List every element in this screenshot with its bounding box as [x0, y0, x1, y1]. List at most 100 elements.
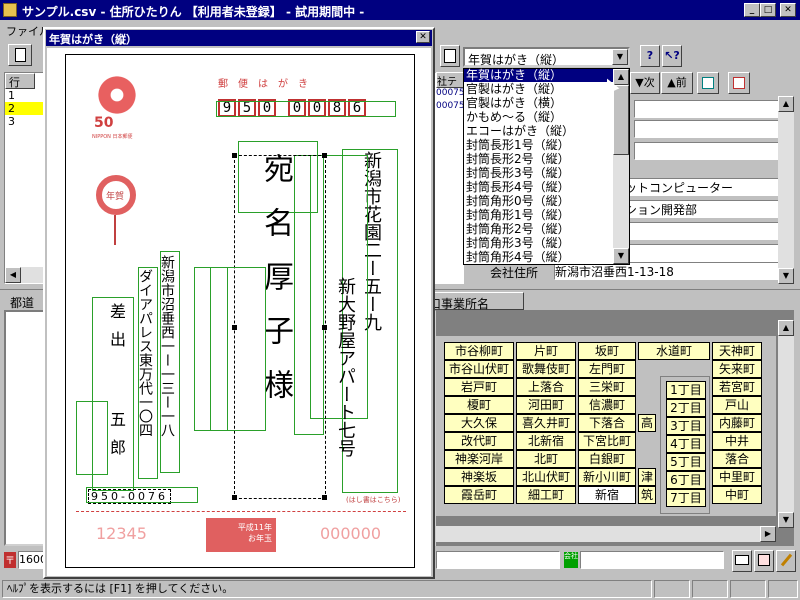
- dropdown-item[interactable]: 封筒角形0号（縦）: [464, 195, 629, 208]
- home-button[interactable]: [728, 72, 750, 94]
- selection-handle[interactable]: [322, 325, 327, 330]
- grid-cell[interactable]: 歌舞伎町: [516, 360, 576, 378]
- context-help-button[interactable]: ↖?: [662, 45, 682, 67]
- grid-cell[interactable]: 細工町: [516, 486, 576, 504]
- lower-left-tab[interactable]: 都道: [8, 292, 48, 310]
- grid-cell[interactable]: 水道町: [638, 342, 710, 360]
- grid-cell[interactable]: 矢来町: [712, 360, 762, 378]
- grid-cell[interactable]: 市谷山伏町: [444, 360, 514, 378]
- grid-cell[interactable]: 北町: [516, 450, 576, 468]
- company-input[interactable]: [580, 551, 724, 569]
- grid-cell[interactable]: 白銀町: [578, 450, 636, 468]
- grid-cell[interactable]: 三栄町: [578, 378, 636, 396]
- scroll-down-icon[interactable]: ▼: [613, 248, 629, 264]
- grid-cell[interactable]: 中町: [712, 486, 762, 504]
- grid-cell[interactable]: 下宮比町: [578, 432, 636, 450]
- dropdown-item[interactable]: 封筒角形4号（縦）: [464, 251, 629, 264]
- chome-item[interactable]: 4丁目: [666, 435, 706, 453]
- chome-item[interactable]: 3丁目: [666, 417, 706, 435]
- form-field[interactable]: ットコンピューター: [624, 178, 784, 196]
- close-button[interactable]: ✕: [780, 3, 796, 17]
- grid-cell[interactable]: 喜久井町: [516, 414, 576, 432]
- chome-item[interactable]: 2丁目: [666, 399, 706, 417]
- grid-cell[interactable]: 筑: [638, 486, 656, 504]
- grid-cell[interactable]: 霞岳町: [444, 486, 514, 504]
- dropdown-item[interactable]: かもめ〜る（縦）: [464, 111, 629, 124]
- template-select[interactable]: 年賀はがき（縦） ▼: [463, 47, 630, 67]
- dropdown-item[interactable]: 封筒角形3号（縦）: [464, 237, 629, 250]
- grid-cell[interactable]: 片町: [516, 342, 576, 360]
- address-book-button[interactable]: [697, 72, 719, 94]
- grid-cell[interactable]: 信濃町: [578, 396, 636, 414]
- grid-cell[interactable]: 大久保: [444, 414, 514, 432]
- grid-cell[interactable]: 若宮町: [712, 378, 762, 396]
- chome-item[interactable]: 5丁目: [666, 453, 706, 471]
- form-field[interactable]: [634, 120, 784, 138]
- dropdown-item[interactable]: 封筒長形4号（縦）: [464, 181, 629, 194]
- grid-cell[interactable]: 津: [638, 468, 656, 486]
- search-input[interactable]: [436, 551, 560, 569]
- form-field[interactable]: ション開発部: [624, 200, 784, 218]
- dropdown-item[interactable]: エコーはがき（縦）: [464, 125, 629, 138]
- grid-cell[interactable]: 榎町: [444, 396, 514, 414]
- form-field[interactable]: [634, 100, 784, 118]
- print-template-button[interactable]: [440, 45, 460, 67]
- grid-cell[interactable]: 神楽河岸: [444, 450, 514, 468]
- scroll-up-icon[interactable]: ▲: [778, 320, 794, 336]
- grid-cell[interactable]: 新宿: [578, 486, 636, 504]
- chome-item[interactable]: 7丁目: [666, 489, 706, 507]
- scroll-down-icon[interactable]: ▼: [778, 268, 794, 284]
- card-button[interactable]: [732, 550, 752, 572]
- maximize-button[interactable]: □: [760, 3, 776, 17]
- grid-cell[interactable]: 中里町: [712, 468, 762, 486]
- grid-horizontal-scrollbar[interactable]: ▶: [436, 526, 776, 542]
- help-button[interactable]: ?: [640, 45, 660, 67]
- dropdown-item[interactable]: 封筒長形1号（縦）: [464, 139, 629, 152]
- grid-cell[interactable]: 左門町: [578, 360, 636, 378]
- form-field[interactable]: [624, 222, 784, 240]
- selection-handle[interactable]: [322, 495, 327, 500]
- minimize-button[interactable]: _: [744, 3, 760, 17]
- grid-cell[interactable]: 岩戸町: [444, 378, 514, 396]
- dropdown-item[interactable]: 官製はがき（横）: [464, 97, 629, 110]
- grid-cell[interactable]: 中井: [712, 432, 762, 450]
- dropdown-scrollbar[interactable]: ▲ ▼: [613, 69, 629, 264]
- dropdown-item[interactable]: 封筒角形2号（縦）: [464, 223, 629, 236]
- grid-cell[interactable]: 天神町: [712, 342, 762, 360]
- grid-cell[interactable]: 上落合: [516, 378, 576, 396]
- grid-cell[interactable]: 下落合: [578, 414, 636, 432]
- prev-button[interactable]: ▲前: [661, 72, 693, 94]
- next-button[interactable]: ▼次: [630, 72, 660, 94]
- pen-button[interactable]: [776, 550, 796, 572]
- selection-handle[interactable]: [232, 495, 237, 500]
- grid-cell[interactable]: 神楽坂: [444, 468, 514, 486]
- form-scrollbar[interactable]: ▲ ▼: [778, 96, 794, 284]
- lower-right-tab[interactable]: 口事業所名: [424, 292, 524, 311]
- chevron-down-icon[interactable]: ▼: [612, 49, 628, 65]
- grid-cell[interactable]: 北山伏町: [516, 468, 576, 486]
- selection-handle[interactable]: [322, 153, 327, 158]
- grid-cell[interactable]: 新小川町: [578, 468, 636, 486]
- grid-cell[interactable]: 坂町: [578, 342, 636, 360]
- form-field[interactable]: [634, 142, 784, 160]
- scroll-up-icon[interactable]: ▲: [778, 96, 794, 112]
- grid-cell[interactable]: 北新宿: [516, 432, 576, 450]
- new-file-button[interactable]: [8, 44, 32, 66]
- grid-cell[interactable]: 市谷柳町: [444, 342, 514, 360]
- grid-cell[interactable]: 高: [638, 414, 656, 432]
- scroll-right-icon[interactable]: ▶: [760, 526, 776, 542]
- dropdown-item[interactable]: 封筒長形2号（縦）: [464, 153, 629, 166]
- template-dropdown-list[interactable]: 年賀はがき（縦） 官製はがき（縦） 官製はがき（横） かもめ〜る（縦） エコーは…: [463, 68, 630, 265]
- chome-item[interactable]: 1丁目: [666, 381, 706, 399]
- grid-cell[interactable]: 戸山: [712, 396, 762, 414]
- scroll-thumb[interactable]: [613, 85, 629, 155]
- dialog-close-button[interactable]: ✕: [416, 31, 430, 43]
- grid-cell[interactable]: 河田町: [516, 396, 576, 414]
- dropdown-item[interactable]: 封筒長形3号（縦）: [464, 167, 629, 180]
- selection-handle[interactable]: [232, 153, 237, 158]
- scroll-down-icon[interactable]: ▼: [778, 512, 794, 528]
- scroll-left-icon[interactable]: ◀: [5, 267, 21, 283]
- edit-button[interactable]: [754, 550, 774, 572]
- dropdown-item[interactable]: 年賀はがき（縦）: [464, 69, 614, 82]
- grid-cell[interactable]: 内藤町: [712, 414, 762, 432]
